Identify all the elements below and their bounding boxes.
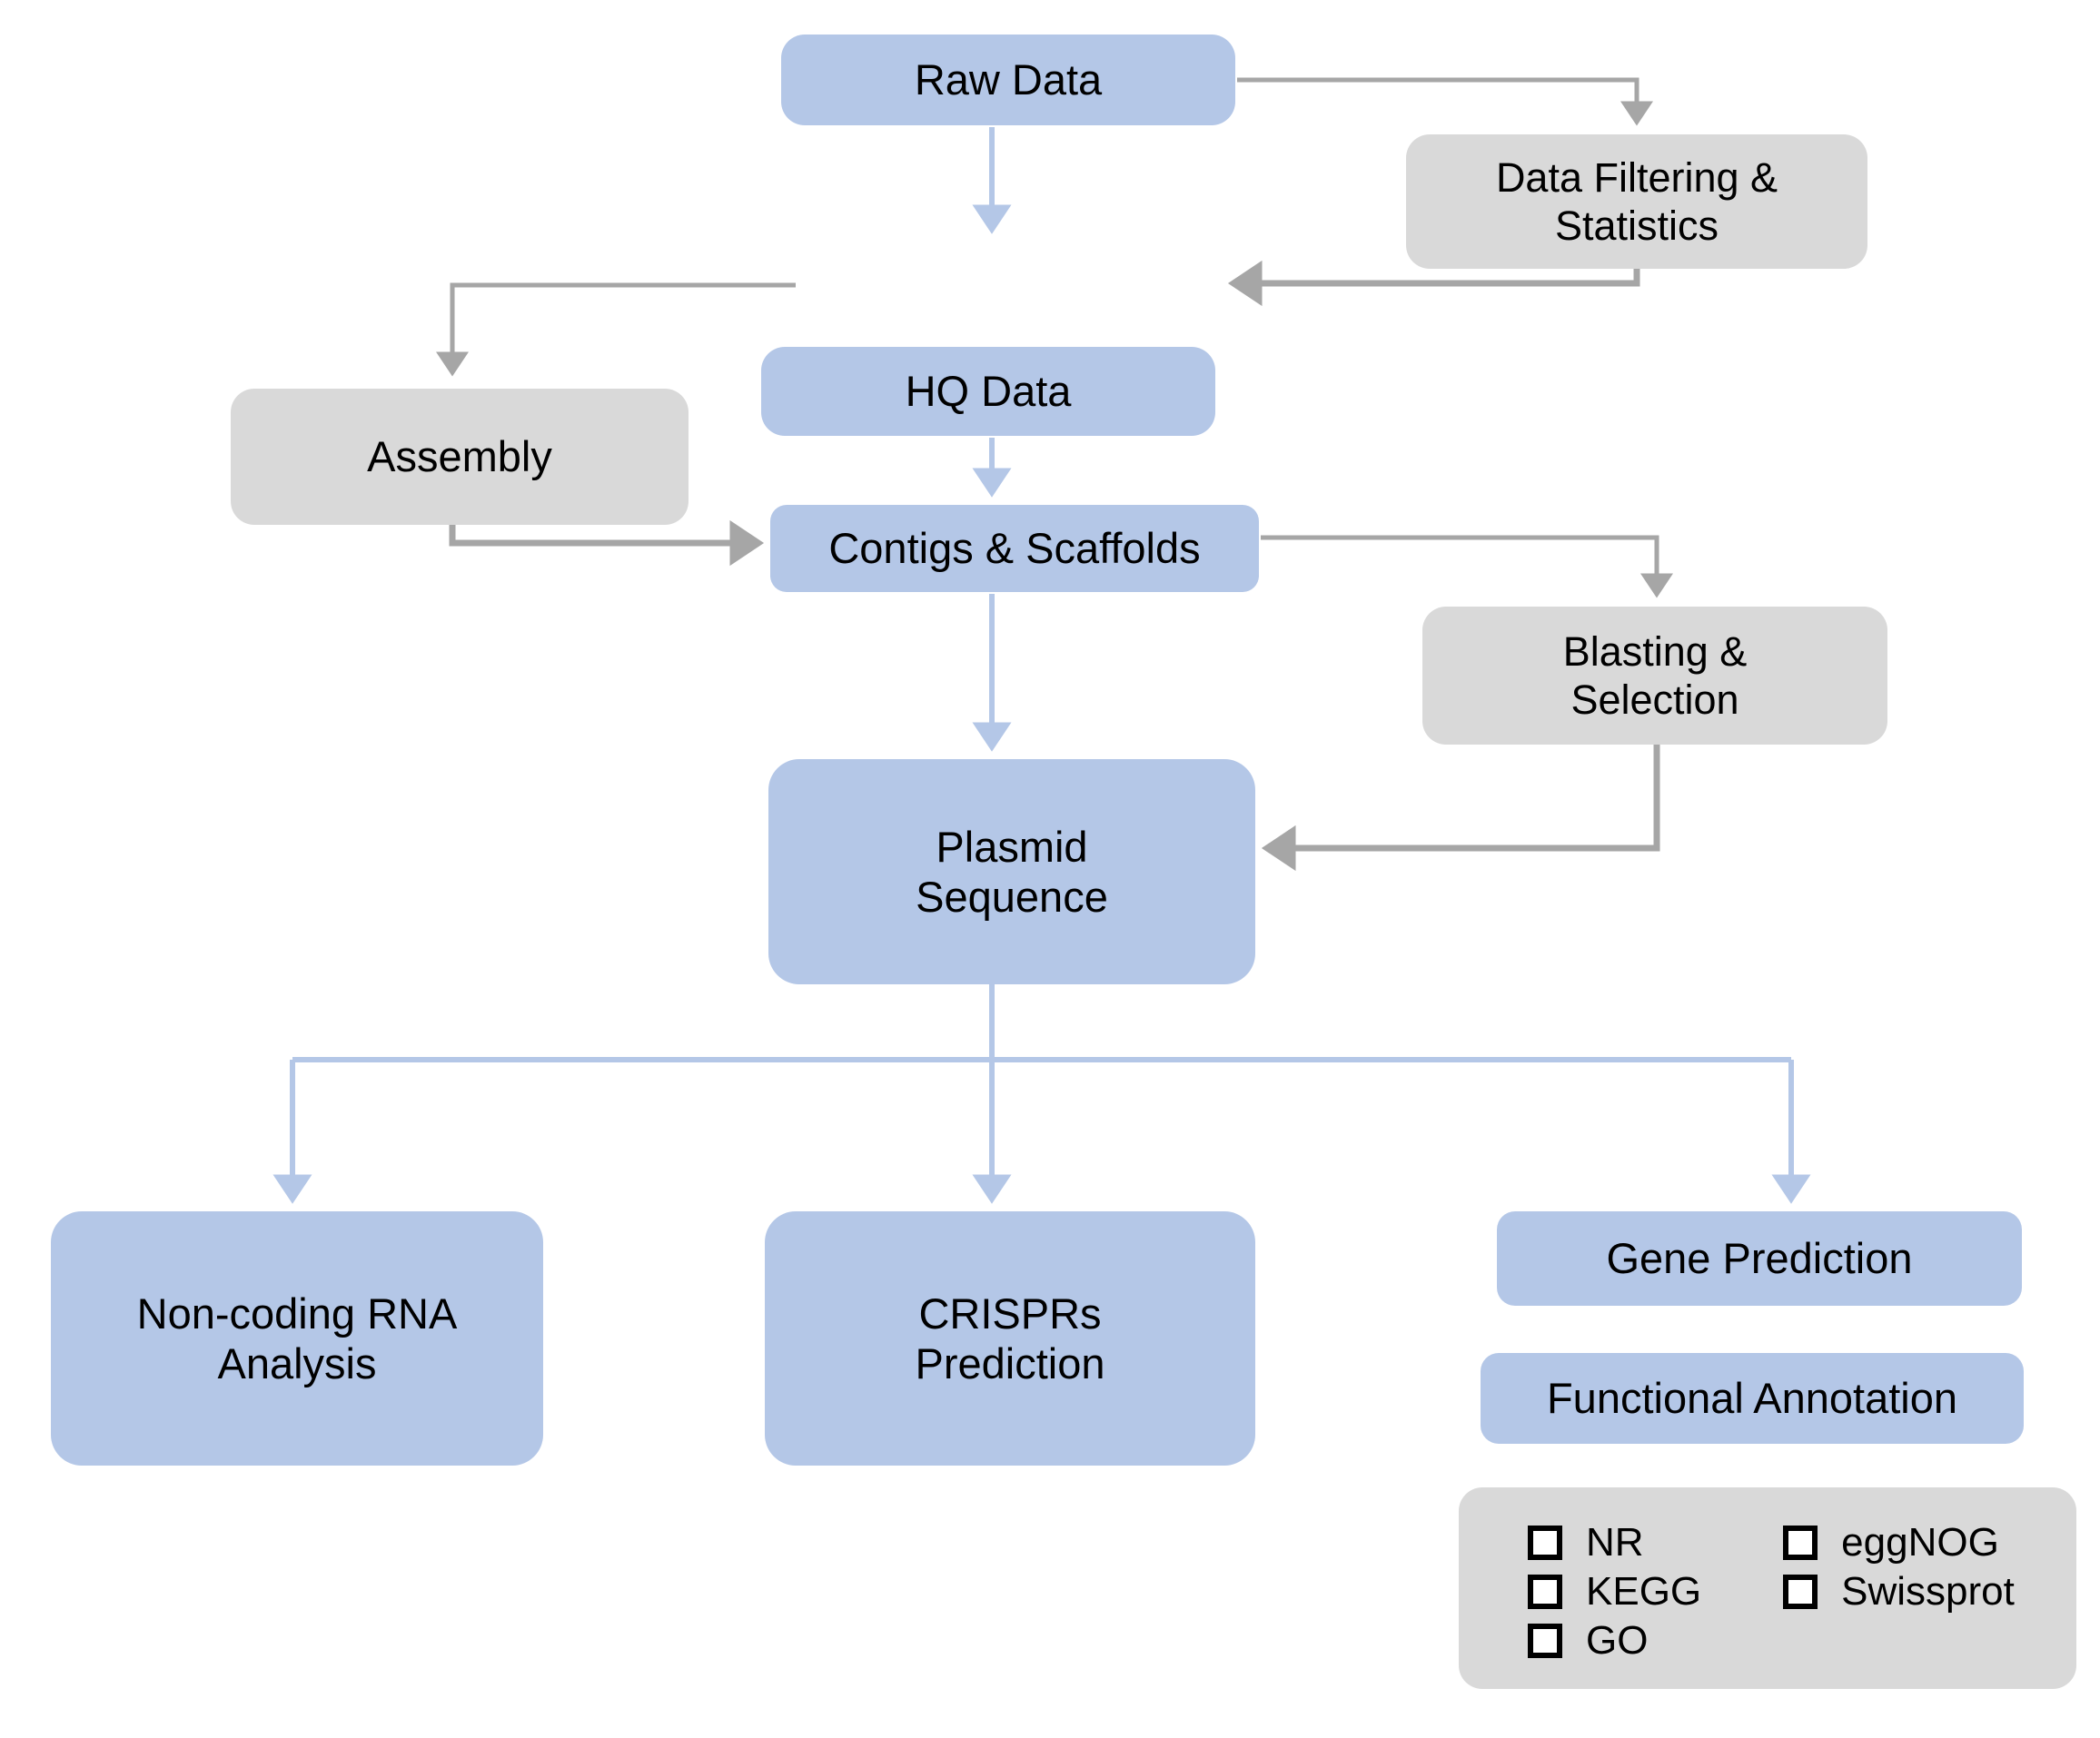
node-data-filtering-statistics[interactable]: Data Filtering & Statistics — [1406, 134, 1867, 269]
checkbox-empty-icon[interactable] — [1528, 1575, 1562, 1609]
annotation-database-column-1: NR KEGG GO — [1528, 1518, 1701, 1665]
node-label-assembly: Assembly — [367, 432, 552, 481]
legend-item-nr[interactable]: NR — [1528, 1518, 1701, 1567]
node-functional-annotation[interactable]: Functional Annotation — [1481, 1353, 2024, 1444]
node-blasting-selection[interactable]: Blasting & Selection — [1422, 607, 1887, 745]
legend-label-swissprot: Swissprot — [1841, 1569, 2015, 1614]
node-label-plasmid-sequence: Plasmid Sequence — [916, 822, 1108, 921]
node-assembly[interactable]: Assembly — [231, 389, 688, 525]
edge-contigs-to-blasting — [1261, 535, 1673, 598]
edge-raw-to-filtering — [1237, 77, 1653, 126]
annotation-database-column-2: eggNOG Swissprot — [1783, 1518, 2015, 1665]
checkbox-empty-icon[interactable] — [1528, 1624, 1562, 1658]
edge-filtering-return-left — [1227, 260, 1640, 307]
legend-label-kegg: KEGG — [1586, 1569, 1702, 1614]
node-label-hq-data: HQ Data — [905, 367, 1072, 416]
edge-blasting-to-plasmid — [1261, 745, 1660, 872]
node-label-raw-data: Raw Data — [914, 55, 1103, 104]
flowchart-canvas: Raw Data Data Filtering & Statistics HQ … — [0, 0, 2100, 1738]
node-label-contigs-scaffolds: Contigs & Scaffolds — [828, 524, 1201, 573]
node-label-crisprs-prediction: CRISPRs Prediction — [915, 1289, 1105, 1387]
legend-label-nr: NR — [1586, 1520, 1644, 1565]
node-hq-data[interactable]: HQ Data — [761, 347, 1215, 436]
node-plasmid-sequence[interactable]: Plasmid Sequence — [768, 759, 1255, 984]
legend-item-eggnog[interactable]: eggNOG — [1783, 1518, 2015, 1567]
node-label-noncoding-rna-analysis: Non-coding RNA Analysis — [136, 1289, 458, 1387]
edge-feed-to-assembly — [435, 282, 796, 377]
node-contigs-scaffolds[interactable]: Contigs & Scaffolds — [770, 505, 1259, 592]
legend-item-swissprot[interactable]: Swissprot — [1783, 1567, 2015, 1616]
node-raw-data[interactable]: Raw Data — [781, 35, 1235, 125]
node-label-functional-annotation: Functional Annotation — [1546, 1374, 1958, 1423]
node-crisprs-prediction[interactable]: CRISPRs Prediction — [765, 1211, 1255, 1466]
legend-item-go[interactable]: GO — [1528, 1616, 1701, 1665]
legend-item-kegg[interactable]: KEGG — [1528, 1567, 1701, 1616]
node-label-gene-prediction: Gene Prediction — [1606, 1234, 1913, 1283]
legend-label-eggnog: eggNOG — [1841, 1520, 1999, 1565]
legend-label-go: GO — [1586, 1618, 1649, 1663]
checkbox-empty-icon[interactable] — [1783, 1526, 1818, 1560]
annotation-database-list: NR KEGG GO eggNOG Swissprot — [1528, 1518, 2015, 1665]
node-gene-prediction[interactable]: Gene Prediction — [1497, 1211, 2022, 1306]
node-noncoding-rna-analysis[interactable]: Non-coding RNA Analysis — [51, 1211, 543, 1466]
checkbox-empty-icon[interactable] — [1528, 1526, 1562, 1560]
node-label-blasting-selection: Blasting & Selection — [1562, 627, 1748, 723]
checkbox-empty-icon[interactable] — [1783, 1575, 1818, 1609]
node-label-data-filtering-statistics: Data Filtering & Statistics — [1495, 153, 1778, 249]
